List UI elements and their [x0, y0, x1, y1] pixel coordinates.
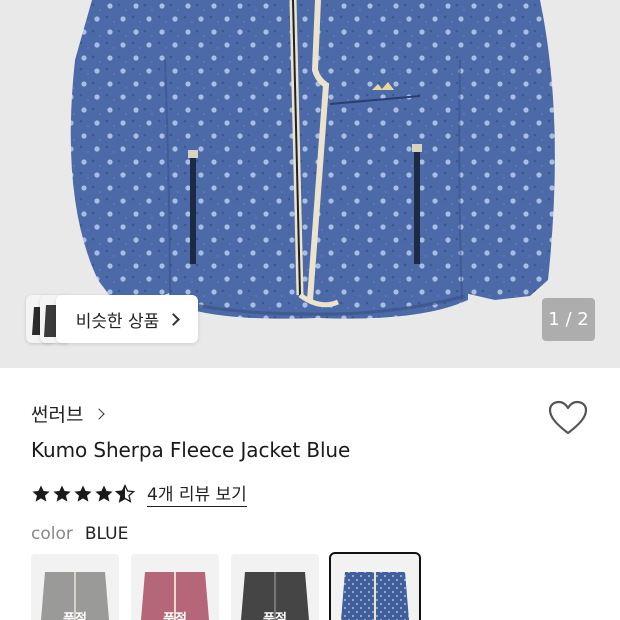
color-swatches: 품절 품절 품절	[31, 552, 421, 620]
swatch-blue[interactable]	[329, 552, 421, 620]
sold-out-tag: 품절	[163, 612, 187, 620]
chevron-right-icon	[93, 407, 106, 420]
image-page-indicator: 1 / 2	[542, 298, 595, 341]
color-selection-label: color BLUE	[31, 524, 128, 544]
reviews-link[interactable]: 4개 리뷰 보기	[147, 480, 247, 507]
brand-name: 썬러브	[31, 404, 84, 426]
swatch-pink[interactable]: 품절	[131, 554, 219, 620]
star-full-icon	[53, 485, 71, 502]
wishlist-button[interactable]	[548, 400, 588, 436]
product-image-gallery[interactable]: 비슷한 상품 1 / 2	[0, 0, 620, 368]
sold-out-tag: 품절	[263, 612, 287, 620]
star-full-icon	[74, 485, 92, 502]
color-value: BLUE	[84, 524, 129, 544]
brand-link[interactable]: 썬러브	[31, 400, 106, 427]
star-rating	[31, 483, 135, 504]
rating-row: 4개 리뷰 보기	[31, 480, 247, 507]
star-half-icon	[115, 483, 135, 503]
similar-products-button[interactable]: 비슷한 상품	[26, 295, 198, 343]
similar-products-label: 비슷한 상품	[75, 311, 160, 332]
swatch-grey[interactable]: 품절	[31, 554, 119, 620]
star-full-icon	[32, 485, 50, 502]
swatch-black[interactable]: 품절	[231, 554, 319, 620]
star-full-icon	[95, 485, 113, 502]
sold-out-tag: 품절	[63, 612, 87, 620]
color-label: color	[31, 524, 73, 544]
similar-products-pill[interactable]: 비슷한 상품	[56, 295, 198, 343]
heart-icon	[548, 400, 588, 435]
product-title: Kumo Sherpa Fleece Jacket Blue	[31, 438, 351, 462]
swatch-image	[341, 572, 409, 620]
chevron-right-icon	[167, 312, 181, 326]
